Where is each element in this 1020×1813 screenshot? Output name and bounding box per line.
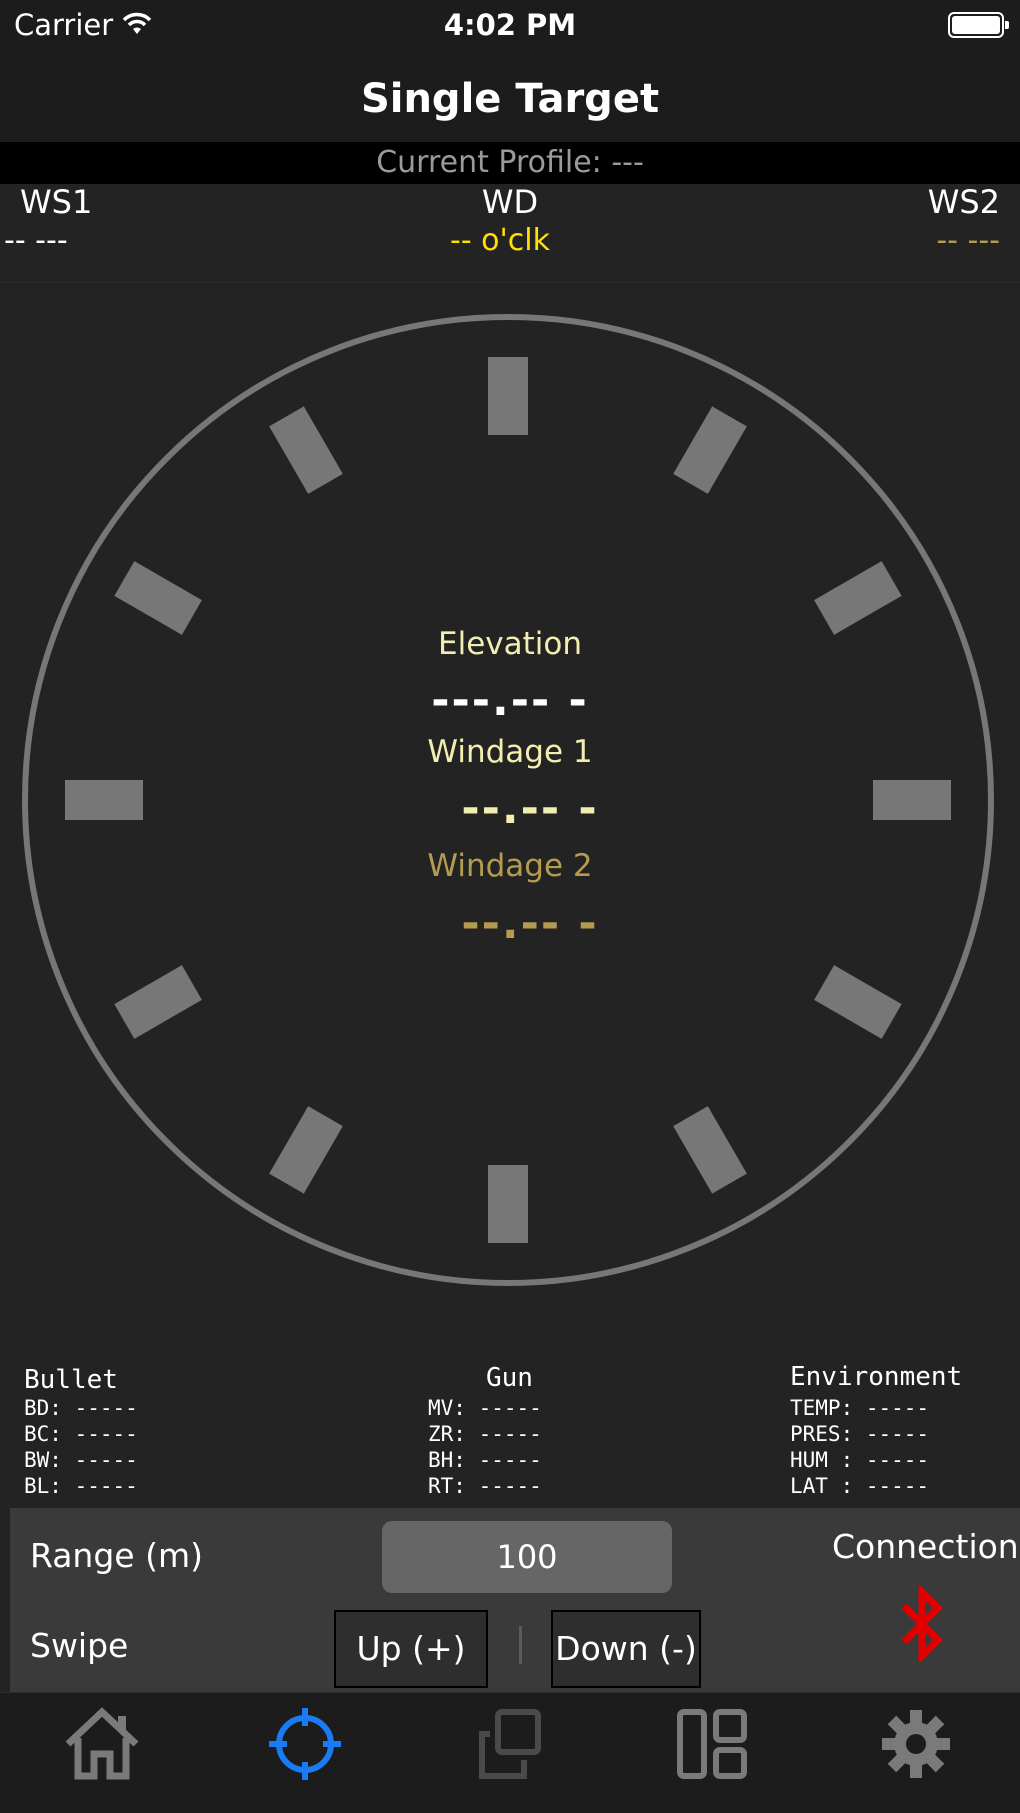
gun-row: RT: -----: [428, 1474, 542, 1498]
gun-title: Gun: [486, 1363, 533, 1393]
windage2-value: --.-- -: [461, 898, 599, 949]
wd-value: -- o'clk: [450, 223, 550, 258]
dial-tick: [114, 561, 202, 635]
dial-tick: [673, 406, 747, 494]
connection-label: Connection: [832, 1527, 1019, 1566]
status-bar: Carrier 4:02 PM: [0, 0, 1020, 52]
range-label: Range (m): [30, 1536, 203, 1575]
page-title: Single Target: [360, 76, 660, 122]
copy-icon[interactable]: [470, 1704, 550, 1784]
dial-tick: [673, 1106, 747, 1194]
environment-row: LAT : -----: [790, 1474, 930, 1498]
dial-tick: [269, 406, 343, 494]
bluetooth-icon[interactable]: [898, 1586, 948, 1662]
gun-row: ZR: -----: [428, 1422, 542, 1446]
windage1-label: Windage 1: [427, 734, 593, 770]
environment-row: HUM : -----: [790, 1448, 930, 1472]
navigation-bar: Single Target: [0, 52, 1020, 142]
ws2-label: WS2: [927, 183, 1000, 221]
layout-icon[interactable]: [672, 1704, 752, 1784]
windage1-value: --.-- -: [461, 783, 599, 834]
gun-row: BH: -----: [428, 1448, 542, 1472]
elevation-value: ---.-- -: [431, 675, 589, 726]
elevation-label: Elevation: [438, 626, 582, 662]
battery-icon: [948, 12, 1009, 38]
bullet-row: BW: -----: [24, 1448, 138, 1472]
down-button[interactable]: Down (-): [551, 1610, 701, 1688]
wd-label: WD: [481, 183, 539, 221]
dial-tick: [488, 357, 528, 435]
divider: [0, 282, 1020, 283]
dial-tick: [814, 965, 902, 1039]
button-separator: [519, 1626, 522, 1664]
range-input[interactable]: 100: [382, 1521, 672, 1593]
bullet-row: BL: -----: [24, 1474, 138, 1498]
up-button[interactable]: Up (+): [334, 1610, 488, 1688]
bullet-row: BC: -----: [24, 1422, 138, 1446]
dial-tick: [114, 965, 202, 1039]
home-icon[interactable]: [62, 1704, 142, 1784]
dial-tick: [814, 561, 902, 635]
dial-tick: [269, 1106, 343, 1194]
ws2-value: -- ---: [936, 223, 1000, 258]
environment-row: TEMP: -----: [790, 1396, 930, 1420]
current-profile-bar[interactable]: Current Profile: ---: [0, 142, 1020, 184]
dial-tick: [488, 1165, 528, 1243]
gear-icon[interactable]: [876, 1704, 956, 1784]
environment-title: Environment: [790, 1362, 963, 1392]
environment-row: PRES: -----: [790, 1422, 930, 1446]
status-time: 4:02 PM: [443, 8, 577, 42]
bullet-row: BD: -----: [24, 1396, 138, 1420]
gun-row: MV: -----: [428, 1396, 542, 1420]
windage2-label: Windage 2: [427, 848, 593, 884]
crosshair-icon[interactable]: [265, 1704, 345, 1784]
bullet-title: Bullet: [24, 1365, 118, 1395]
swipe-label: Swipe: [30, 1626, 129, 1665]
